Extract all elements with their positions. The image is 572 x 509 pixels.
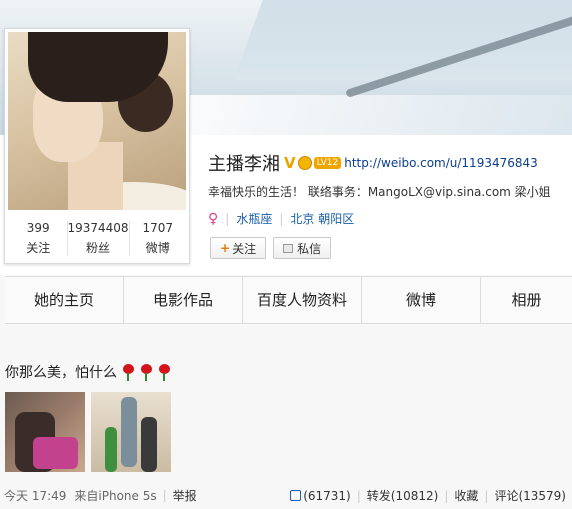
- verified-icon[interactable]: V: [284, 154, 296, 172]
- post-time[interactable]: 今天 17:49: [4, 487, 66, 504]
- post-actions: (61731) | 转发(10812) | 收藏 | 评论(13579): [290, 487, 566, 504]
- stat-following[interactable]: 399 关注: [9, 215, 67, 261]
- profile-bio: 幸福快乐的生活！ 联络事务：MangoLX@vip.sina.com 梁小姐: [208, 185, 551, 199]
- post-photo[interactable]: [91, 392, 171, 472]
- follow-button[interactable]: + 关注: [210, 237, 267, 259]
- photo-part: [121, 397, 137, 467]
- cover-decoration: [180, 95, 572, 135]
- mail-icon: [283, 243, 294, 253]
- divider: |: [279, 211, 284, 226]
- favorite-link[interactable]: 收藏: [454, 487, 478, 504]
- tab-baidu-profile[interactable]: 百度人物资料: [243, 277, 362, 323]
- divider: |: [444, 488, 449, 503]
- plus-icon: +: [220, 241, 231, 255]
- like-count[interactable]: (61731): [303, 489, 351, 503]
- stat-posts[interactable]: 1707 微博: [128, 215, 187, 261]
- stat-followers[interactable]: 19374408 粉丝: [67, 215, 129, 261]
- profile-meta: ♀ | 水瓶座 | 北京 朝阳区: [208, 210, 354, 227]
- post-body: 你那么美，怕什么: [5, 365, 117, 381]
- level-badge[interactable]: LV12: [313, 157, 342, 169]
- location-link[interactable]: 北京 朝阳区: [290, 210, 354, 227]
- vip-icon[interactable]: [297, 156, 312, 170]
- profile-actions: + 关注 私信: [210, 237, 338, 259]
- photo-part: [33, 437, 78, 469]
- stat-value: 1707: [142, 221, 174, 235]
- report-link[interactable]: 举报: [173, 487, 197, 504]
- profile-url-link[interactable]: http://weibo.com/u/1193476843: [344, 156, 538, 170]
- post-footer: 今天 17:49 来自iPhone 5s | 举报 (61731) | 转发(1…: [0, 485, 572, 505]
- stat-label: 粉丝: [86, 241, 111, 255]
- stat-value: 399: [26, 221, 50, 235]
- stat-label: 微博: [145, 241, 170, 255]
- avatar[interactable]: [8, 32, 186, 210]
- profile-tabs: 她的主页 电影作品 百度人物资料 微博 相册: [5, 276, 572, 324]
- profile-name-line: 主播李湘 V LV12 http://weibo.com/u/119347684…: [208, 150, 538, 176]
- follow-label: 关注: [232, 241, 257, 256]
- divider: |: [484, 488, 489, 503]
- rose-icon: [157, 364, 171, 381]
- profile-stats: 399 关注 19374408 粉丝 1707 微博: [9, 215, 187, 261]
- message-button[interactable]: 私信: [273, 237, 332, 259]
- message-label: 私信: [297, 241, 322, 256]
- divider: |: [356, 488, 361, 503]
- repost-link[interactable]: 转发(10812): [367, 487, 439, 504]
- avatar-card: 399 关注 19374408 粉丝 1707 微博: [4, 28, 190, 264]
- tab-home[interactable]: 她的主页: [5, 277, 124, 323]
- profile-name: 主播李湘: [208, 154, 280, 175]
- stat-label: 关注: [26, 241, 51, 255]
- divider: |: [225, 211, 230, 226]
- photo-part: [141, 417, 157, 472]
- like-icon[interactable]: [290, 490, 302, 501]
- tab-movies[interactable]: 电影作品: [124, 277, 243, 323]
- post-source[interactable]: 来自iPhone 5s: [74, 487, 156, 504]
- post-photo[interactable]: [5, 392, 85, 472]
- tab-weibo[interactable]: 微博: [362, 277, 481, 323]
- weibo-post: 你那么美，怕什么 今天 17:49 来自iPhone 5s | 举报 (6173…: [0, 325, 572, 509]
- female-icon: ♀: [208, 210, 219, 227]
- divider: |: [162, 488, 167, 502]
- photo-part: [105, 427, 117, 472]
- rose-icon: [121, 364, 135, 381]
- constellation-link[interactable]: 水瓶座: [236, 210, 272, 227]
- comment-link[interactable]: 评论(13579): [494, 487, 566, 504]
- stat-value: 19374408: [67, 221, 129, 235]
- rose-icon: [139, 364, 153, 381]
- tab-album[interactable]: 相册: [481, 277, 572, 323]
- post-text: 你那么美，怕什么: [5, 362, 171, 382]
